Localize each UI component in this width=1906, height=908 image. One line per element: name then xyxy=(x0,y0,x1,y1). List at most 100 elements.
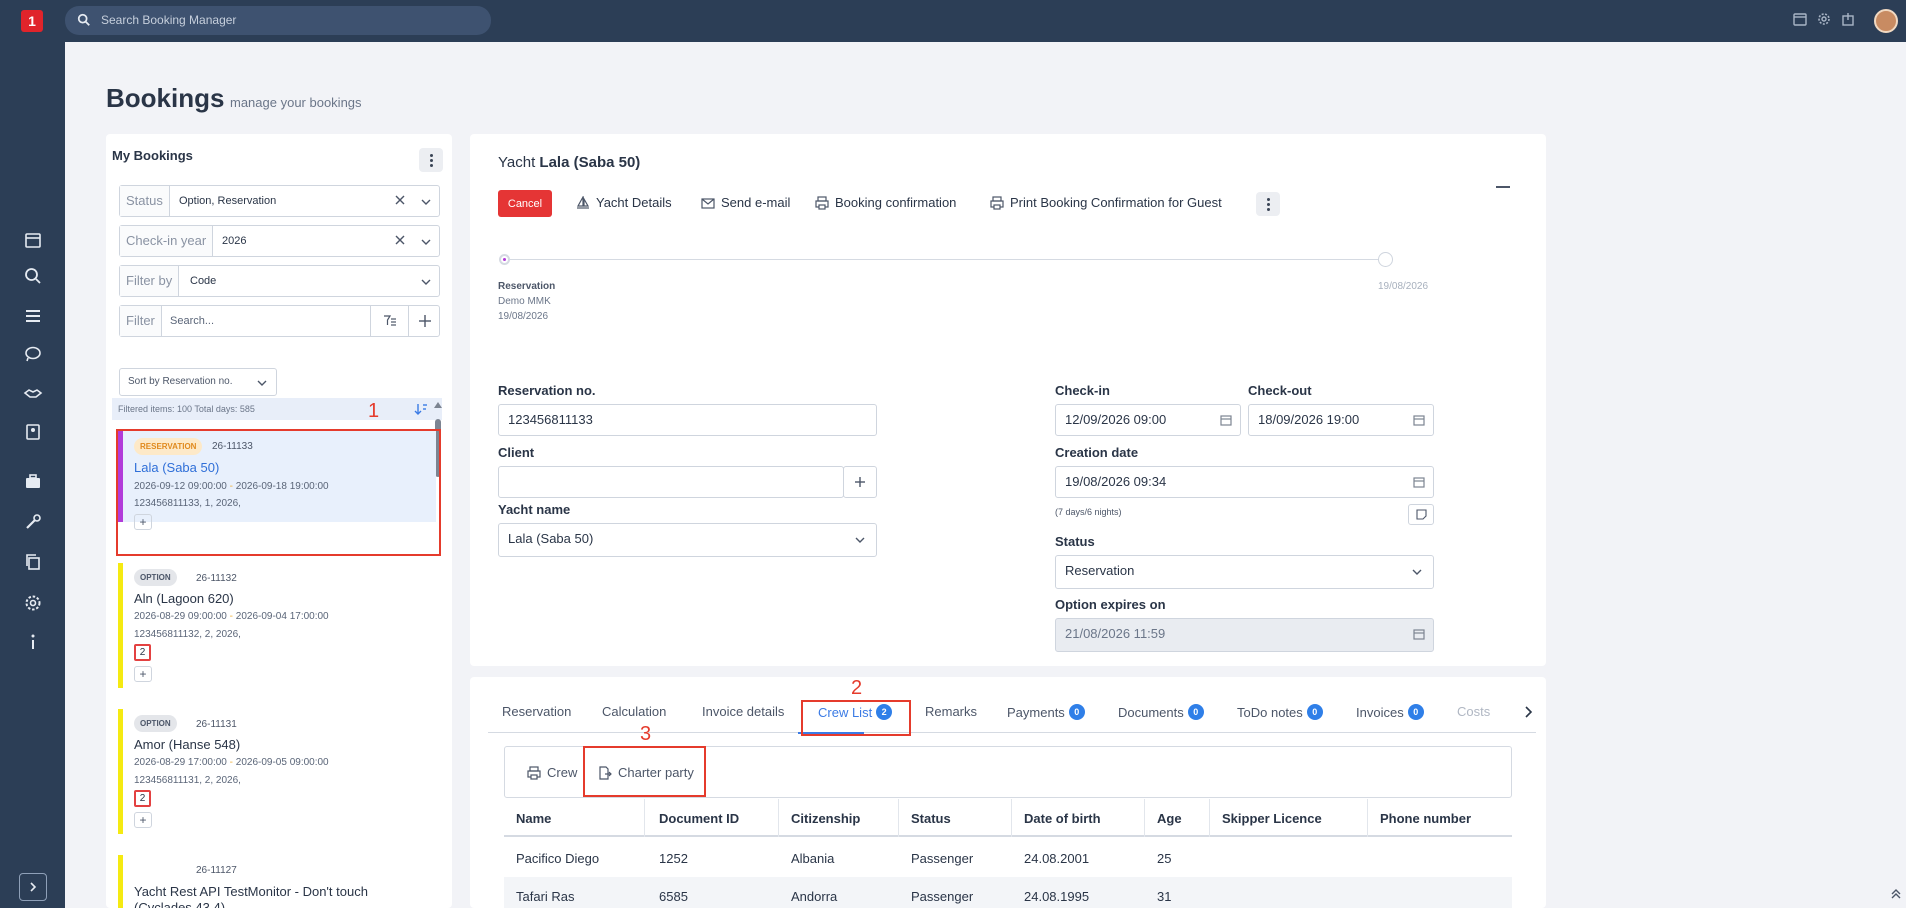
user-avatar[interactable] xyxy=(1874,9,1898,33)
filter-by-select[interactable]: Filter by Code xyxy=(119,265,440,297)
status-select[interactable]: Reservation xyxy=(1055,555,1434,589)
client-field[interactable] xyxy=(498,466,844,498)
annotation-2: 2 xyxy=(851,677,863,699)
print-guest-confirmation-button[interactable]: Print Booking Confirmation for Guest xyxy=(990,195,1222,210)
my-bookings-menu-button[interactable] xyxy=(419,148,443,172)
tab-invoices[interactable]: Invoices 0 xyxy=(1356,704,1424,720)
tab-invoice-details[interactable]: Invoice details xyxy=(702,704,784,719)
filter-options-icon[interactable] xyxy=(383,315,397,327)
crew-status-cell: Passenger xyxy=(911,851,974,866)
list-icon[interactable] xyxy=(23,306,43,326)
sort-direction-icon[interactable] xyxy=(414,402,428,416)
filter-search-input[interactable]: Search... xyxy=(170,306,214,336)
handshake-icon[interactable] xyxy=(23,383,43,403)
annotation-1: 1 xyxy=(368,400,380,422)
booking-dates: 2026-08-29 09:00:00 - 2026-09-04 17:00:0… xyxy=(134,611,329,622)
crew-citizenship-cell: Albania xyxy=(791,851,835,866)
sort-select[interactable]: Sort by Reservation no. xyxy=(119,368,277,396)
contacts-icon[interactable] xyxy=(23,422,43,442)
cancel-booking-button[interactable]: Cancel xyxy=(498,190,552,217)
tab-calculation[interactable]: Calculation xyxy=(602,704,666,719)
info-icon[interactable] xyxy=(23,632,43,652)
reservation-no-field[interactable]: 123456811133 xyxy=(498,404,877,436)
checkin-year-label: Check-in year xyxy=(120,226,214,256)
calendar-icon[interactable] xyxy=(23,230,43,250)
add-button[interactable]: + xyxy=(134,666,152,682)
table-row[interactable]: Pacifico Diego 1252 Albania Passenger 24… xyxy=(504,839,1512,877)
crew-print-button[interactable]: Crew xyxy=(527,765,577,780)
sidebar-toggle-button[interactable] xyxy=(19,873,47,901)
booking-card[interactable]: OPTION 26-11132 Aln (Lagoon 620) 2026-08… xyxy=(118,563,436,688)
tab-payments[interactable]: Payments 0 xyxy=(1007,704,1085,720)
crew-age-cell: 31 xyxy=(1157,889,1172,904)
briefcase-icon[interactable] xyxy=(23,472,43,492)
gear-icon[interactable] xyxy=(23,593,43,613)
column-header[interactable]: Date of birth xyxy=(1024,811,1101,826)
status-filter[interactable]: Status Option, Reservation xyxy=(119,185,440,217)
copy-icon[interactable] xyxy=(23,552,43,572)
booking-yacht-name[interactable]: Amor (Hanse 548) xyxy=(134,737,240,752)
chevron-down-icon[interactable] xyxy=(420,196,432,208)
tab-documents[interactable]: Documents 0 xyxy=(1118,704,1204,720)
calendar-icon[interactable] xyxy=(1792,11,1808,27)
booking-yacht-model: (Cyclades 43.4) xyxy=(134,900,226,908)
table-row[interactable]: Tafari Ras 6585 Andorra Passenger 24.08.… xyxy=(504,877,1512,908)
column-header[interactable]: Name xyxy=(516,811,551,826)
checkout-field[interactable]: 18/09/2026 19:00 xyxy=(1248,404,1434,436)
calendar-icon[interactable] xyxy=(1220,414,1232,426)
booking-confirmation-button[interactable]: Booking confirmation xyxy=(815,195,956,210)
export-icon[interactable] xyxy=(1840,11,1856,27)
yacht-name-select[interactable]: Lala (Saba 50) xyxy=(498,523,877,557)
more-actions-button[interactable] xyxy=(1256,192,1280,216)
search-icon[interactable] xyxy=(23,266,43,286)
column-header[interactable]: Phone number xyxy=(1380,811,1471,826)
column-header[interactable]: Skipper Licence xyxy=(1222,811,1322,826)
status-badge: OPTION xyxy=(134,569,177,586)
calendar-icon[interactable] xyxy=(1413,476,1425,488)
gear-icon[interactable] xyxy=(1816,11,1832,27)
collapse-icon[interactable] xyxy=(1496,186,1510,188)
clear-icon[interactable] xyxy=(394,194,406,206)
add-client-button[interactable] xyxy=(843,466,877,498)
chat-icon[interactable] xyxy=(23,344,43,364)
chevron-down-icon[interactable] xyxy=(420,236,432,248)
scroll-to-top-icon[interactable] xyxy=(1890,888,1902,900)
booking-details-panel: Yacht Lala (Saba 50) Cancel Yacht Detail… xyxy=(470,134,1546,666)
add-button[interactable]: + xyxy=(134,812,152,828)
column-header[interactable]: Document ID xyxy=(659,811,739,826)
global-search-input[interactable]: Search Booking Manager xyxy=(65,6,491,35)
page-subtitle: manage your bookings xyxy=(230,95,362,110)
booking-card[interactable]: 26-11127 Yacht Rest API TestMonitor - Do… xyxy=(118,855,436,908)
chevron-right-icon[interactable] xyxy=(1522,706,1534,718)
booking-card[interactable]: OPTION 26-11131 Amor (Hanse 548) 2026-08… xyxy=(118,709,436,834)
tab-remarks[interactable]: Remarks xyxy=(925,704,977,719)
calendar-icon[interactable] xyxy=(1413,414,1425,426)
printer-icon xyxy=(527,765,541,780)
tab-reservation[interactable]: Reservation xyxy=(502,704,571,719)
send-email-button[interactable]: Send e-mail xyxy=(701,195,790,210)
column-header[interactable]: Age xyxy=(1157,811,1182,826)
column-header[interactable]: Citizenship xyxy=(791,811,860,826)
column-header[interactable]: Status xyxy=(911,811,951,826)
checkin-field[interactable]: 12/09/2026 09:00 xyxy=(1055,404,1241,436)
highlight-box-2 xyxy=(801,700,911,736)
clear-icon[interactable] xyxy=(394,234,406,246)
checkin-year-filter[interactable]: Check-in year 2026 xyxy=(119,225,440,257)
booking-yacht-name[interactable]: Aln (Lagoon 620) xyxy=(134,591,234,606)
tab-todo-notes[interactable]: ToDo notes 0 xyxy=(1237,704,1323,720)
note-button[interactable] xyxy=(1408,504,1434,525)
add-filter-icon[interactable] xyxy=(418,314,432,328)
chevron-down-icon[interactable] xyxy=(420,276,432,288)
filter-by-label: Filter by xyxy=(120,266,180,296)
crew-age-cell: 25 xyxy=(1157,851,1172,866)
yacht-details-button[interactable]: Yacht Details xyxy=(576,195,672,210)
timeline-status: Reservation xyxy=(498,281,556,292)
app-logo[interactable]: 1 xyxy=(21,10,43,32)
booking-yacht-name[interactable]: Yacht Rest API TestMonitor - Don't touch xyxy=(134,884,368,899)
tab-costs[interactable]: Costs xyxy=(1457,704,1490,719)
creation-date-field[interactable]: 19/08/2026 09:34 xyxy=(1055,466,1434,498)
status-label: Status xyxy=(1055,534,1095,549)
chevron-down-icon xyxy=(257,380,267,386)
option-expires-field: 21/08/2026 11:59 xyxy=(1055,618,1434,652)
wrench-icon[interactable] xyxy=(23,512,43,532)
